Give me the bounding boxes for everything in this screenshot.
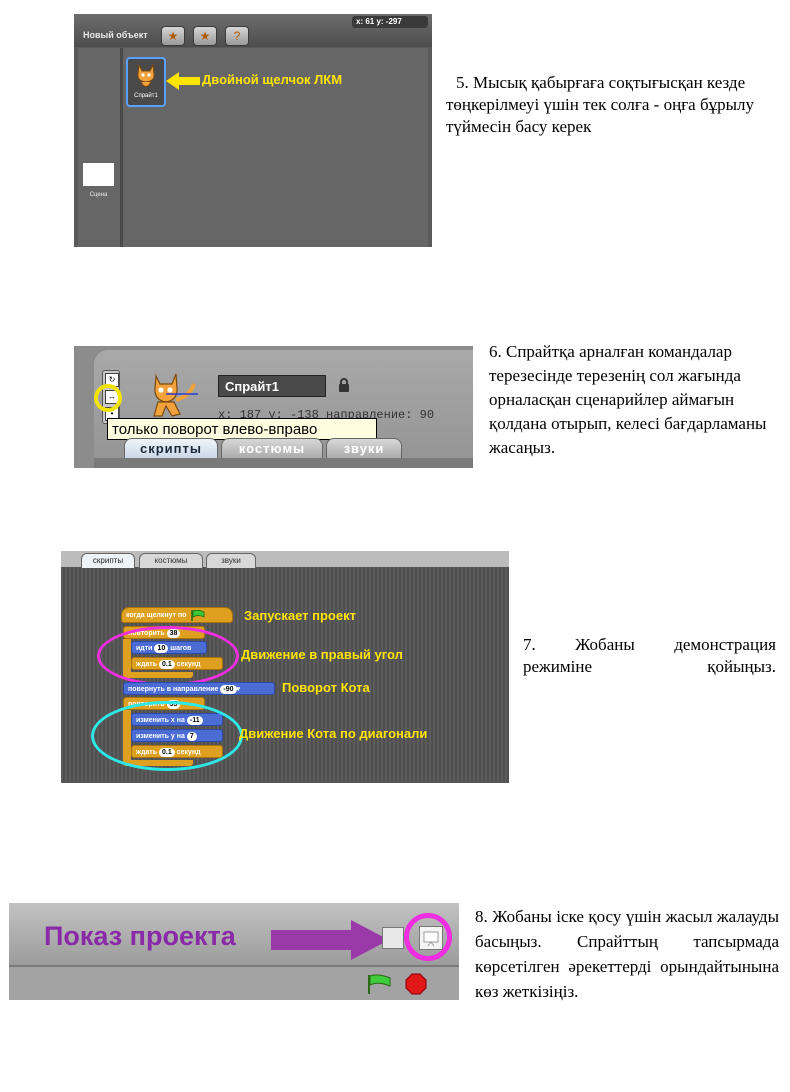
step5-instruction: 5. Мысық қабырғаға соқтығысқан кезде төң… (446, 73, 755, 136)
lock-icon[interactable] (338, 378, 350, 392)
cat-sprite-icon (137, 63, 155, 87)
stop-sign-icon[interactable] (405, 973, 427, 995)
choose-sprite-from-file-button[interactable]: ★ (193, 26, 217, 46)
magenta-highlight-ring (97, 626, 239, 686)
point-direction-value[interactable]: -90 (220, 685, 237, 694)
sprite-thumbnail[interactable]: Спрайт1 (126, 57, 166, 107)
diagonal-annotation: Движение Кота по диагонали (239, 726, 428, 741)
presentation-mode-screenshot: Показ проекта (9, 903, 459, 1000)
random-sprite-button[interactable]: ? (225, 26, 249, 46)
when-flag-label: когда щелкнут по (126, 612, 187, 619)
step6-instruction: 6. Спрайтқа арналған командалар терезесі… (489, 342, 767, 457)
dropdown-arrow-icon[interactable]: ▾ (237, 686, 241, 693)
scripts-area-screenshot: скрипты костюмы звуки когда щелкнут по З… (61, 551, 509, 783)
double-click-annotation: Двойной щелчок ЛКМ (202, 72, 343, 87)
tab-sounds[interactable]: звуки (326, 438, 402, 459)
cat-sprite-icon (153, 373, 198, 417)
step7-instruction: 7. Жобаны демонстрация режиміне қойыңыз. (523, 635, 776, 676)
tab-sounds[interactable]: звуки (206, 553, 256, 568)
green-flag-icon[interactable] (366, 974, 392, 994)
highlight-ring (94, 384, 122, 412)
step7-instruction-line1: 7. Жобаны демонстрация режиміне қойыңыз. (523, 634, 776, 678)
when-flag-clicked-block[interactable]: когда щелкнут по (121, 607, 233, 623)
scripts-area-top (94, 458, 473, 468)
purple-arrow-icon (271, 920, 389, 960)
tab-scripts[interactable]: скрипты (124, 438, 218, 459)
magenta-highlight-ring (404, 913, 452, 961)
tab-costumes[interactable]: костюмы (221, 438, 323, 459)
move-corner-annotation: Движение в правый угол (241, 647, 403, 662)
tab-scripts[interactable]: скрипты (81, 553, 135, 568)
point-label: повернуть в направление (128, 686, 219, 693)
yellow-arrow-icon (166, 72, 200, 90)
green-flag-icon (191, 609, 205, 621)
mouse-coords-readout: x: 61 y: -297 (352, 16, 428, 28)
turn-annotation: Поворот Кота (282, 680, 370, 695)
sprite-name-field[interactable]: Спрайт1 (218, 375, 326, 397)
step8-instruction: 8. Жобаны іске қосу үшін жасыл жалауды б… (475, 907, 779, 1001)
tab-costumes[interactable]: костюмы (139, 553, 203, 568)
cyan-highlight-ring (91, 701, 243, 771)
show-project-label: Показ проекта (44, 921, 236, 951)
stage-label: Сцена (89, 192, 108, 198)
sprite-thumbnail-label: Спрайт1 (134, 93, 158, 99)
paint-new-sprite-button[interactable]: ★ (161, 26, 185, 46)
point-in-direction-block[interactable]: повернуть в направление -90 ▾ (123, 682, 275, 695)
stage-thumbnail[interactable] (83, 163, 114, 186)
stage-divider (120, 48, 123, 247)
rotation-tooltip: только поворот влево-вправо (107, 418, 377, 440)
small-stage-button[interactable] (382, 927, 404, 949)
start-annotation: Запускает проект (244, 608, 356, 623)
new-object-panel-screenshot: Новый объект ★ ★ ? x: 61 y: -297 Спрайт1… (74, 14, 432, 247)
sprite-info-panel-screenshot: ↻ ↔ • Спрайт1 x: 187 y: -138 направление… (74, 346, 473, 468)
new-object-label: Новый объект (83, 30, 148, 40)
